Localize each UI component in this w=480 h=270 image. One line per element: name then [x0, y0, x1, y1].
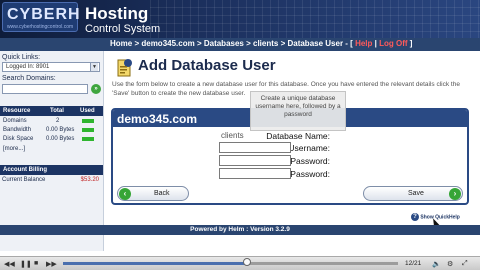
- brand-logo[interactable]: CYBERH www.cyberhostingcontrol.com: [2, 2, 81, 32]
- crumb-domain[interactable]: demo345.com: [141, 39, 194, 48]
- chevron-down-icon: ▼: [90, 63, 98, 71]
- save-label: Save: [408, 190, 424, 197]
- stop-icon[interactable]: ■: [34, 260, 38, 267]
- resource-row: Disk Space 0.00 Bytes: [0, 135, 103, 144]
- resource-row: [more...]: [0, 145, 103, 154]
- db-username-row: Database Username:: [113, 142, 467, 154]
- header-pattern: [150, 0, 480, 38]
- panel-title: demo345.com: [117, 112, 198, 126]
- rewind-icon[interactable]: ◀◀: [4, 260, 15, 268]
- resource-name: Bandwidth: [3, 127, 32, 133]
- pause-icon[interactable]: ❚❚: [20, 260, 32, 268]
- breadcrumb: Home > demo345.com > Databases > clients…: [110, 39, 413, 48]
- arrow-left-icon: ‹: [119, 188, 131, 200]
- resource-row: Bandwidth 0.00 Bytes: [0, 126, 103, 135]
- logo-subtext: www.cyberhostingcontrol.com: [7, 24, 74, 30]
- usage-bar: [82, 128, 94, 132]
- current-balance-row: Current Balance $53.20: [2, 177, 101, 183]
- logo-text: CYBERH: [7, 6, 81, 23]
- fullscreen-icon[interactable]: ⤢: [462, 260, 468, 268]
- resource-total: 0.00 Bytes: [46, 127, 75, 133]
- volume-icon[interactable]: 🔈: [432, 260, 441, 268]
- footer-text: Powered by Helm : Version 3.2.9: [190, 226, 290, 233]
- resource-table-header: Resource Total Used: [0, 106, 103, 116]
- settings-icon[interactable]: ⚙: [447, 260, 453, 268]
- brand-title: Hosting: [85, 4, 149, 23]
- brand-subtitle: Control System: [85, 23, 161, 35]
- resource-col: Resource: [3, 108, 31, 114]
- save-button[interactable]: Save ›: [363, 186, 463, 201]
- back-label: Back: [154, 190, 170, 197]
- db-name-row: Database Name: clients: [113, 130, 467, 142]
- crumb-home[interactable]: Home: [110, 39, 132, 48]
- db-username-input[interactable]: [219, 142, 291, 153]
- breadcrumb-bar: Home > demo345.com > Databases > clients…: [0, 38, 480, 51]
- crumb-clients[interactable]: clients: [253, 39, 278, 48]
- crumb-current: Database User: [287, 39, 344, 48]
- search-domains-label: Search Domains:: [2, 75, 56, 82]
- current-balance-value: $53.20: [80, 177, 99, 183]
- resource-row: Domains 2: [0, 117, 103, 126]
- resource-total: 0.00 Bytes: [46, 136, 75, 142]
- usage-bar: [82, 119, 94, 123]
- quick-links-select[interactable]: Logged In: 8901 ▼: [2, 62, 100, 72]
- confirm-password-input[interactable]: [219, 168, 291, 179]
- password-input[interactable]: [219, 155, 291, 166]
- usage-bar: [82, 137, 94, 141]
- forward-icon[interactable]: ▶▶: [46, 260, 57, 268]
- back-button[interactable]: ‹ Back: [117, 186, 189, 201]
- resource-name: Domains: [3, 118, 27, 124]
- account-billing-header: Account Billing: [0, 165, 103, 175]
- search-go-button[interactable]: »: [91, 84, 101, 94]
- logoff-link[interactable]: Log Off: [379, 39, 407, 48]
- help-link[interactable]: Help: [355, 39, 372, 48]
- quick-links-label: Quick Links:: [2, 54, 41, 61]
- used-col: Used: [80, 108, 95, 114]
- sidebar: Quick Links: Logged In: 8901 ▼ Search Do…: [0, 51, 104, 251]
- quickhelp-tooltip: Create a unique database username here, …: [250, 91, 346, 131]
- password-row: Password:: [113, 155, 467, 167]
- crumb-databases[interactable]: Databases: [204, 39, 244, 48]
- app-header: CYBERH www.cyberhostingcontrol.com Hosti…: [0, 0, 480, 38]
- current-balance-label: Current Balance: [2, 177, 46, 183]
- db-name-value: clients: [221, 131, 244, 140]
- quick-links-value: Logged In: 8901: [6, 64, 50, 70]
- confirm-password-row: Confirm Password:: [113, 168, 467, 180]
- password-label: Password:: [290, 156, 330, 166]
- db-name-label: Database Name:: [266, 131, 330, 141]
- progress-track[interactable]: [63, 262, 398, 265]
- search-domains-input[interactable]: [2, 84, 88, 94]
- page-icon: [117, 59, 132, 77]
- resource-total: 2: [56, 118, 60, 124]
- arrow-right-icon: ›: [449, 188, 461, 200]
- progress-fill: [63, 262, 248, 265]
- question-icon: ?: [411, 213, 419, 221]
- total-col: Total: [50, 108, 64, 114]
- page-title: Add Database User: [138, 57, 276, 74]
- video-player-bar: ◀◀ ❚❚ ■ ▶▶ 12/21 🔈 ⚙ ⤢: [0, 256, 480, 270]
- footer: Powered by Helm : Version 3.2.9: [0, 225, 480, 235]
- resource-name: Disk Space: [3, 136, 34, 142]
- quickhelp-label: Show QuickHelp: [420, 214, 460, 221]
- more-link[interactable]: [more...]: [3, 146, 25, 152]
- slide-counter: 12/21: [405, 260, 422, 267]
